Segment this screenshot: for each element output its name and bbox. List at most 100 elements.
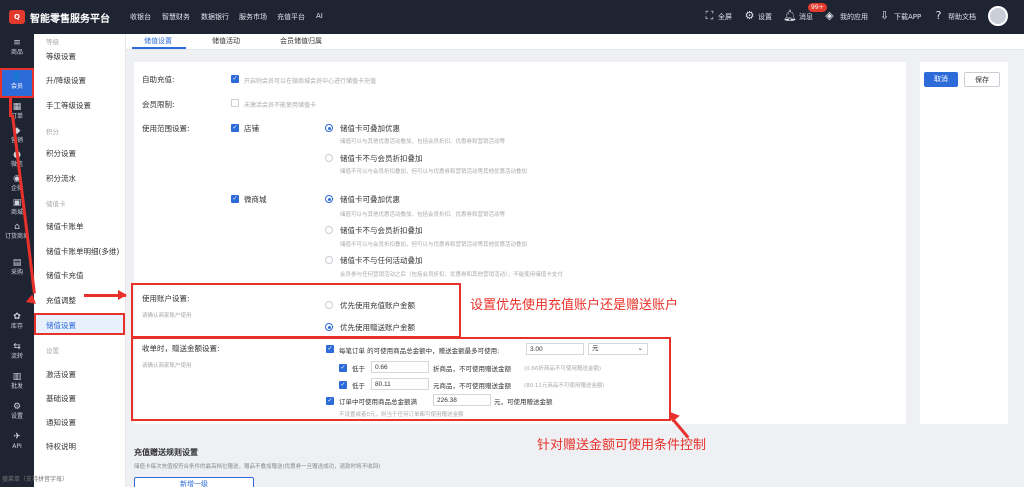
recharge-rules-title: 充值赠送规则设置 bbox=[134, 448, 198, 457]
submenu-item-activation[interactable]: 激活设置 bbox=[46, 369, 76, 380]
gift-cap-text: 每笔订单 的可使用商品总金额中，赠送金额最多可使用: bbox=[339, 347, 500, 355]
my-apps-button[interactable]: 我的应用 bbox=[840, 12, 868, 22]
download-app-button[interactable]: 下载APP bbox=[894, 12, 921, 22]
rail-item-transfer[interactable]: ⇆ 流转 bbox=[0, 342, 34, 366]
tab-member-stored-owner[interactable]: 会员储值归属 bbox=[280, 36, 322, 46]
tab-stored-activity[interactable]: 储值活动 bbox=[212, 36, 240, 46]
submenu-item-points-settings[interactable]: 积分设置 bbox=[46, 148, 76, 159]
gift-discount-checkbox[interactable]: ✓ bbox=[339, 364, 347, 372]
gift-label: 收单时，赠送金额设置: bbox=[142, 344, 220, 353]
save-button[interactable]: 保存 bbox=[964, 72, 1000, 87]
add-tier-button[interactable]: 新增一级 bbox=[134, 477, 254, 487]
gift-cap-input[interactable] bbox=[526, 343, 584, 355]
rail-item-goods[interactable]: ≡ 商品 bbox=[0, 38, 34, 62]
menu-search-input[interactable] bbox=[2, 474, 124, 486]
gift-discount-suffix: 折商品，不可使用赠送金额 bbox=[433, 365, 511, 373]
mall-no-activity-radio[interactable] bbox=[325, 256, 333, 264]
gift-threshold-input[interactable] bbox=[433, 394, 491, 406]
annotation-frame-stored-settings bbox=[34, 313, 125, 335]
store-stack-radio[interactable] bbox=[325, 124, 333, 132]
nav-finance[interactable]: 智慧财务 bbox=[162, 12, 190, 22]
store-checkbox[interactable]: ✓ bbox=[231, 124, 239, 132]
transfer-icon: ⇆ bbox=[13, 342, 21, 352]
app-logo[interactable]: Q bbox=[9, 10, 25, 24]
tab-active-indicator bbox=[132, 47, 186, 49]
rail-item-wholesale[interactable]: ▥ 批发 bbox=[0, 372, 34, 396]
auto-recharge-checkbox[interactable]: ✓ bbox=[231, 75, 239, 83]
submenu-item-stored-recharge[interactable]: 储值卡充值 bbox=[46, 270, 84, 281]
submenu-item-basic[interactable]: 基础设置 bbox=[46, 393, 76, 404]
gift-price-checkbox[interactable]: ✓ bbox=[339, 381, 347, 389]
submenu-item-notify[interactable]: 通知设置 bbox=[46, 417, 76, 428]
scope-label: 使用范围设置: bbox=[142, 124, 190, 133]
help-docs-button[interactable]: 帮助文档 bbox=[948, 12, 976, 22]
gift-threshold-checkbox[interactable]: ✓ bbox=[326, 397, 334, 405]
mall-no-discount-radio[interactable] bbox=[325, 226, 333, 234]
mall-stack-radio[interactable] bbox=[325, 195, 333, 203]
gift-cap-unit-select[interactable]: 元 ⌄ bbox=[588, 343, 648, 355]
store-no-discount-radio[interactable] bbox=[325, 154, 333, 162]
nav-data-bank[interactable]: 数据银行 bbox=[201, 12, 229, 22]
annotation-frame-member bbox=[0, 68, 34, 98]
mall-checkbox[interactable]: ✓ bbox=[231, 195, 239, 203]
arrow-head-account bbox=[118, 290, 127, 300]
fullscreen-icon[interactable]: ⛶ bbox=[703, 9, 716, 22]
gift-discount-hint: (0.66折商品不可使用赠送金额) bbox=[524, 366, 602, 372]
plane-icon: ✈ bbox=[13, 432, 21, 442]
gear-icon: ⚙ bbox=[12, 402, 22, 412]
submenu-item-recharge-adjust[interactable]: 充值调整 bbox=[46, 295, 76, 306]
gear-icon[interactable]: ⚙ bbox=[743, 9, 756, 22]
submenu-item-upgrade-settings[interactable]: 升/降级设置 bbox=[46, 75, 86, 86]
gift-cap-checkbox[interactable]: ✓ bbox=[326, 345, 334, 353]
nav-ai[interactable]: AI bbox=[316, 12, 323, 20]
member-limit-label: 会员限制: bbox=[142, 100, 175, 109]
prefer-gift-radio[interactable] bbox=[325, 323, 333, 331]
store-no-discount-desc: 储值不可以与会员折扣叠加，但可以与优惠券和营销活动等其他优惠活动叠加 bbox=[340, 169, 528, 175]
help-icon[interactable]: ? bbox=[932, 9, 945, 22]
cube-icon[interactable]: ◈ bbox=[823, 9, 836, 22]
prefer-gift-label: 优先使用赠送账户金额 bbox=[340, 323, 415, 332]
actions-panel bbox=[920, 62, 1008, 424]
rail-item-wecom[interactable]: ◉ 企微 bbox=[0, 174, 34, 198]
avatar[interactable] bbox=[988, 6, 1008, 26]
annotation-account: 设置优先使用充值账户还是赠送账户 bbox=[470, 298, 679, 313]
nav-recharge-platform[interactable]: 充值平台 bbox=[277, 12, 305, 22]
gift-cap-unit: 元 bbox=[592, 345, 599, 352]
account-hint: 请确认商家账户使用 bbox=[142, 313, 192, 319]
bell-icon[interactable]: 🔔︎ bbox=[783, 9, 797, 22]
gift-discount-input[interactable] bbox=[371, 361, 429, 373]
mall-stack-desc: 储值可以与其他优惠活动叠加，包括会员折扣、优惠券和营销活动等 bbox=[340, 212, 506, 218]
nav-service-market[interactable]: 服务市场 bbox=[239, 12, 267, 22]
chevron-down-icon: ⌄ bbox=[637, 345, 643, 352]
member-limit-checkbox[interactable] bbox=[231, 99, 239, 107]
rail-item-orders[interactable]: ▦ 订单 bbox=[0, 102, 34, 126]
submenu-item-level-settings[interactable]: 等级设置 bbox=[46, 51, 76, 62]
rail-item-api[interactable]: ✈ API bbox=[0, 432, 34, 456]
settings-button[interactable]: 设置 bbox=[758, 12, 772, 22]
mall-no-activity-title: 储值卡不与任何活动叠加 bbox=[340, 256, 423, 265]
submenu-item-manual-level[interactable]: 手工等级设置 bbox=[46, 100, 91, 111]
gift-price-input[interactable] bbox=[371, 378, 429, 390]
gift-discount-prefix: 低于 bbox=[352, 365, 365, 373]
wecom-icon: ◉ bbox=[13, 174, 21, 184]
submenu-item-stored-bill-detail[interactable]: 储值卡账单明细(多维) bbox=[46, 246, 119, 257]
cancel-button[interactable]: 取消 bbox=[924, 72, 958, 87]
prefer-recharge-radio[interactable] bbox=[325, 301, 333, 309]
messages-button[interactable]: 消息 bbox=[799, 12, 813, 22]
submenu-item-privilege[interactable]: 特权说明 bbox=[46, 441, 76, 452]
submenu-item-points-flow[interactable]: 积分流水 bbox=[46, 173, 76, 184]
rail-item-mall[interactable]: ▣ 商城 bbox=[0, 198, 34, 222]
submenu-item-stored-bill[interactable]: 储值卡账单 bbox=[46, 221, 84, 232]
nav-cashier[interactable]: 收银台 bbox=[130, 12, 151, 22]
fullscreen-button[interactable]: 全屏 bbox=[718, 12, 732, 22]
recharge-rules-hint: 储值卡每次充值按符合条件的最高档位赠送，赠品不叠加赠送(优惠券一旦赠送成功，退款… bbox=[134, 464, 381, 470]
rail-item-settings[interactable]: ⚙ 设置 bbox=[0, 402, 34, 426]
mall-stack-title: 储值卡可叠加优惠 bbox=[340, 195, 400, 204]
tab-stored-settings[interactable]: 储值设置 bbox=[144, 36, 172, 46]
download-icon[interactable]: ⇩ bbox=[878, 9, 891, 22]
list-icon: ≡ bbox=[13, 38, 21, 48]
rail-item-inventory[interactable]: ✿ 库存 bbox=[0, 312, 34, 336]
mall-label: 微商城 bbox=[244, 195, 267, 204]
submenu-header-stored: 储值卡 bbox=[46, 200, 66, 208]
account-label: 使用账户设置: bbox=[142, 294, 190, 303]
